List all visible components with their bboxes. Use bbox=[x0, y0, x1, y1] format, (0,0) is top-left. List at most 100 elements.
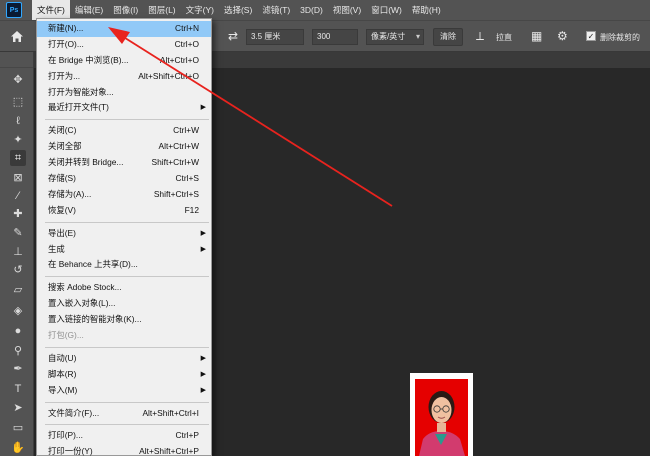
file-menu-item[interactable]: 恢复(V) F12 bbox=[37, 203, 211, 219]
menu-item-label: 新建(N)... bbox=[48, 23, 84, 33]
menu-item-label: 在 Behance 上共享(D)... bbox=[48, 259, 138, 270]
menu-separator bbox=[45, 424, 209, 426]
magic-wand-tool-icon[interactable]: ✦ bbox=[10, 132, 26, 148]
menu-item-label: 恢复(V) bbox=[48, 204, 76, 215]
menu-item-label: 生成 bbox=[48, 243, 65, 254]
file-menu-item[interactable]: 关闭全部 Alt+Ctrl+W bbox=[37, 139, 211, 155]
menu-type[interactable]: 文字(Y) bbox=[181, 0, 219, 20]
straighten-icon[interactable]: ⟂ bbox=[476, 30, 484, 42]
clone-stamp-tool-icon[interactable]: ⊥ bbox=[10, 244, 26, 260]
file-menu-item[interactable]: 存储(S) Ctrl+S bbox=[37, 171, 211, 187]
photoshop-logo-icon: Ps bbox=[6, 2, 22, 18]
file-menu-item[interactable]: 在 Behance 上共享(D)... bbox=[37, 257, 211, 273]
menu-help[interactable]: 帮助(H) bbox=[407, 0, 446, 20]
menu-separator bbox=[45, 346, 209, 348]
height-input[interactable]: 3.5 厘米 bbox=[246, 29, 304, 45]
id-photo bbox=[410, 373, 473, 456]
menu-bar: Ps 文件(F) 编辑(E) 图像(I) 图层(L) 文字(Y) 选择(S) 滤… bbox=[0, 0, 650, 20]
file-menu-item[interactable]: 打开为智能对象... bbox=[37, 85, 211, 101]
paint-bucket-tool-icon[interactable]: ◈ bbox=[10, 303, 26, 319]
menu-item-label: 存储为(A)... bbox=[48, 188, 92, 199]
file-menu-item[interactable]: 导入(M) ▶ bbox=[37, 383, 211, 399]
menu-item-shortcut: Ctrl+P bbox=[175, 430, 199, 441]
menu-window[interactable]: 窗口(W) bbox=[366, 0, 407, 20]
dodge-tool-icon[interactable]: ⚲ bbox=[10, 343, 26, 359]
menu-item-label: 最近打开文件(T) bbox=[48, 102, 109, 113]
menu-file[interactable]: 文件(F) bbox=[32, 0, 70, 20]
crop-tool-icon[interactable]: ⌗ bbox=[10, 150, 26, 166]
file-menu-item[interactable]: 在 Bridge 中浏览(B)... Alt+Ctrl+O bbox=[37, 53, 211, 69]
submenu-arrow-icon: ▶ bbox=[200, 229, 206, 237]
file-menu-item[interactable]: 新建(N)... Ctrl+N bbox=[37, 21, 211, 37]
menu-layer[interactable]: 图层(L) bbox=[143, 0, 180, 20]
menu-item-shortcut: F12 bbox=[184, 204, 199, 215]
file-menu-item[interactable]: 存储为(A)... Shift+Ctrl+S bbox=[37, 187, 211, 203]
menu-item-label: 导入(M) bbox=[48, 384, 78, 395]
file-menu-item[interactable]: 关闭并转到 Bridge... Shift+Ctrl+W bbox=[37, 155, 211, 171]
menu-item-label: 打印一份(Y) bbox=[48, 446, 93, 456]
brush-tool-icon[interactable]: ✎ bbox=[10, 225, 26, 241]
file-menu-item[interactable]: 自动(U) ▶ bbox=[37, 351, 211, 367]
file-menu-item[interactable]: 最近打开文件(T) ▶ bbox=[37, 100, 211, 116]
swap-dimensions-icon[interactable]: ⇄ bbox=[228, 30, 238, 42]
resolution-input[interactable]: 300 bbox=[312, 29, 358, 45]
menu-separator bbox=[45, 276, 209, 278]
menu-item-label: 打印(P)... bbox=[48, 430, 83, 441]
frame-tool-icon[interactable]: ⊠ bbox=[10, 170, 26, 186]
menu-view[interactable]: 视图(V) bbox=[328, 0, 366, 20]
file-menu-item[interactable]: 置入链接的智能对象(K)... bbox=[37, 312, 211, 328]
submenu-arrow-icon: ▶ bbox=[200, 370, 206, 378]
lasso-tool-icon[interactable]: ℓ bbox=[10, 113, 26, 129]
home-icon[interactable] bbox=[10, 30, 24, 43]
history-brush-tool-icon[interactable]: ↺ bbox=[10, 262, 26, 278]
menu-edit[interactable]: 编辑(E) bbox=[70, 0, 108, 20]
file-menu-item[interactable]: 导出(E) ▶ bbox=[37, 226, 211, 242]
submenu-arrow-icon: ▶ bbox=[200, 104, 206, 112]
resolution-unit-select[interactable]: 像素/英寸 bbox=[366, 29, 424, 45]
menu-item-shortcut: Shift+Ctrl+S bbox=[153, 188, 199, 199]
path-selection-tool-icon[interactable]: ➤ bbox=[10, 400, 26, 416]
eraser-tool-icon[interactable]: ▱ bbox=[10, 282, 26, 298]
move-tool-icon[interactable]: ✥ bbox=[10, 72, 26, 88]
file-menu-item[interactable]: 打印一份(Y) Alt+Shift+Ctrl+P bbox=[37, 444, 211, 456]
menu-item-shortcut: Ctrl+N bbox=[175, 23, 199, 33]
grid-overlay-icon[interactable]: ▦ bbox=[531, 30, 542, 42]
file-menu-item[interactable]: 置入嵌入对象(L)... bbox=[37, 296, 211, 312]
menu-3d[interactable]: 3D(D) bbox=[295, 0, 328, 20]
healing-brush-tool-icon[interactable]: ✚ bbox=[10, 206, 26, 222]
menu-item-shortcut: Ctrl+S bbox=[175, 173, 199, 184]
file-menu-item[interactable]: 打开(O)... Ctrl+O bbox=[37, 37, 211, 53]
clear-button[interactable]: 清除 bbox=[433, 28, 463, 46]
blur-tool-icon[interactable]: ● bbox=[10, 323, 26, 339]
file-menu-item[interactable]: 脚本(R) ▶ bbox=[37, 367, 211, 383]
menu-select[interactable]: 选择(S) bbox=[219, 0, 257, 20]
menu-filter[interactable]: 滤镜(T) bbox=[257, 0, 295, 20]
toolbar-grip[interactable] bbox=[0, 52, 33, 68]
menu-item-label: 自动(U) bbox=[48, 352, 77, 363]
file-menu-item[interactable]: 生成 ▶ bbox=[37, 242, 211, 258]
marquee-tool-icon[interactable]: ⬚ bbox=[10, 94, 26, 110]
file-menu-item[interactable]: 打印(P)... Ctrl+P bbox=[37, 428, 211, 444]
menu-item-shortcut: Alt+Shift+Ctrl+O bbox=[138, 70, 199, 81]
type-tool-icon[interactable]: T bbox=[10, 381, 26, 397]
file-menu-item[interactable]: 文件简介(F)... Alt+Shift+Ctrl+I bbox=[37, 406, 211, 422]
pen-tool-icon[interactable]: ✒ bbox=[10, 361, 26, 377]
file-menu-item[interactable]: 关闭(C) Ctrl+W bbox=[37, 123, 211, 139]
rectangle-tool-icon[interactable]: ▭ bbox=[10, 420, 26, 436]
menu-item-label: 打开(O)... bbox=[48, 38, 84, 49]
menu-item-label: 文件简介(F)... bbox=[48, 407, 100, 418]
file-menu-item[interactable]: 搜索 Adobe Stock... bbox=[37, 280, 211, 296]
gear-icon[interactable]: ⚙ bbox=[557, 30, 568, 42]
menu-item-shortcut: Ctrl+W bbox=[173, 125, 199, 136]
menu-item-shortcut: Alt+Shift+Ctrl+P bbox=[139, 446, 199, 456]
straighten-label[interactable]: 拉直 bbox=[496, 32, 512, 43]
file-menu-item[interactable]: 打开为... Alt+Shift+Ctrl+O bbox=[37, 69, 211, 85]
menu-image[interactable]: 图像(I) bbox=[108, 0, 143, 20]
menu-item-label: 关闭(C) bbox=[48, 125, 77, 136]
submenu-arrow-icon: ▶ bbox=[200, 386, 206, 394]
delete-cropped-checkbox[interactable]: ✓ bbox=[586, 31, 596, 41]
menu-item-label: 存储(S) bbox=[48, 173, 76, 184]
menu-item-label: 打开为智能对象... bbox=[48, 86, 114, 97]
hand-tool-icon[interactable]: ✋ bbox=[10, 440, 26, 456]
eyedropper-tool-icon[interactable]: ⁄ bbox=[10, 188, 26, 204]
